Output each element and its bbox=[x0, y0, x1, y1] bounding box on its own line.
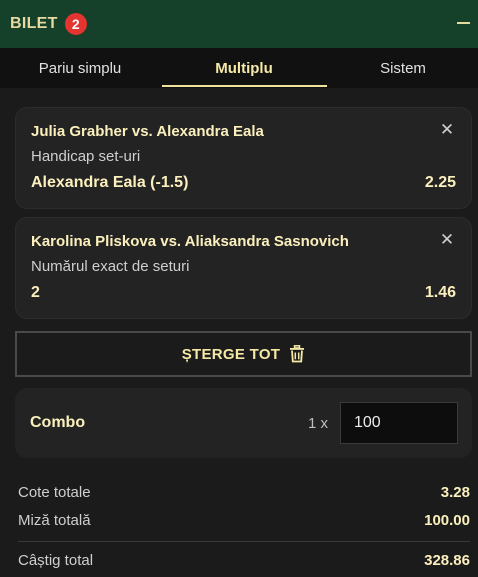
bet-count-badge: 2 bbox=[64, 13, 87, 35]
collapse-icon[interactable] bbox=[452, 12, 474, 34]
bet-market: Numărul exact de seturi bbox=[31, 258, 190, 275]
tab-single[interactable]: Pariu simplu bbox=[0, 48, 160, 88]
total-odds-label: Cote totale bbox=[18, 484, 91, 501]
betslip-header[interactable]: BILET 2 bbox=[0, 0, 478, 48]
tab-system[interactable]: Sistem bbox=[328, 48, 478, 88]
total-win-value: 328.86 bbox=[424, 552, 470, 569]
tab-multiple[interactable]: Multiplu bbox=[160, 48, 328, 88]
bet-odd: 2.25 bbox=[424, 174, 456, 191]
bet-card: Julia Grabher vs. Alexandra Eala Handica… bbox=[15, 107, 472, 209]
bet-match: Julia Grabher vs. Alexandra Eala bbox=[31, 123, 264, 140]
bet-type-tabs: Pariu simplu Multiplu Sistem bbox=[0, 48, 478, 88]
combo-label: Combo bbox=[30, 414, 86, 431]
total-win-label: Câștig total bbox=[18, 552, 94, 569]
total-stake-label: Miză totală bbox=[18, 512, 91, 529]
clear-all-button[interactable]: ȘTERGE TOT bbox=[15, 331, 472, 377]
total-stake-value: 100.00 bbox=[424, 512, 470, 529]
bet-selection: Alexandra Eala (-1.5) bbox=[31, 174, 189, 191]
bet-match: Karolina Pliskova vs. Aliaksandra Sasnov… bbox=[31, 233, 349, 250]
bet-market: Handicap set-uri bbox=[31, 148, 141, 165]
trash-icon bbox=[290, 345, 305, 363]
clear-all-label: ȘTERGE TOT bbox=[181, 345, 281, 363]
betslip-title: BILET bbox=[10, 15, 58, 32]
summary-divider bbox=[18, 541, 470, 542]
summary-total-stake: Miză totală 100.00 bbox=[18, 512, 470, 534]
combo-row: Combo 1 x bbox=[15, 388, 472, 458]
remove-bet-close-icon[interactable]: ✕ bbox=[439, 121, 455, 138]
summary-total-win: Câștig total 328.86 bbox=[18, 552, 470, 574]
active-tab-indicator bbox=[162, 85, 327, 87]
total-odds-value: 3.28 bbox=[440, 484, 470, 501]
bet-selection: 2 bbox=[31, 284, 40, 301]
summary-total-odds: Cote totale 3.28 bbox=[18, 484, 470, 506]
bet-card: Karolina Pliskova vs. Aliaksandra Sasnov… bbox=[15, 217, 472, 319]
combo-multiplier: 1 x bbox=[308, 415, 329, 432]
remove-bet-close-icon[interactable]: ✕ bbox=[439, 231, 455, 248]
stake-input[interactable] bbox=[340, 402, 458, 444]
bet-odd: 1.46 bbox=[424, 284, 456, 301]
